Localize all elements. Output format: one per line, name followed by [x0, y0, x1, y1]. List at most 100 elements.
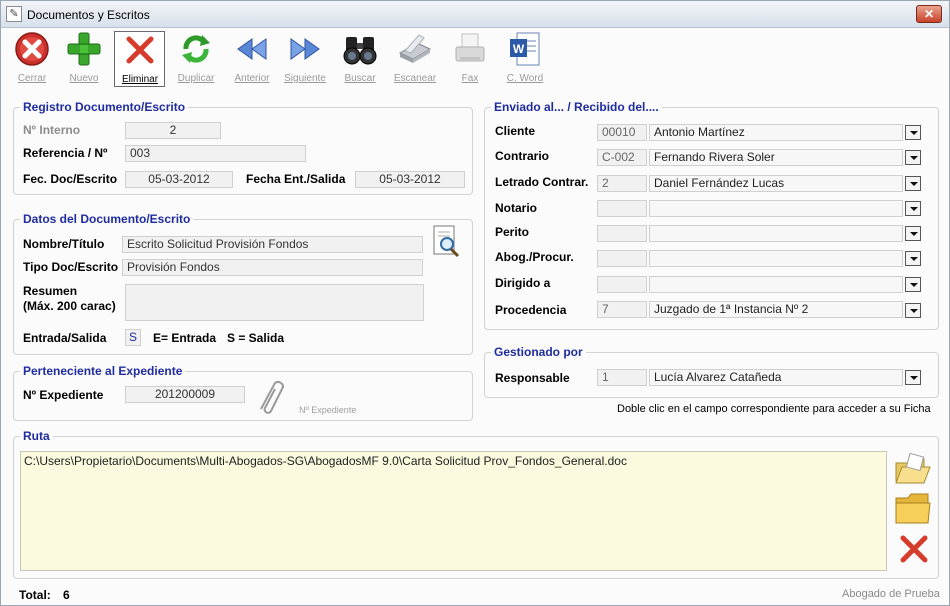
- dirigido-code[interactable]: [597, 276, 647, 293]
- responsable-name[interactable]: Lucía Alvarez Catañeda: [649, 369, 903, 386]
- registro-title: Registro Documento/Escrito: [20, 100, 189, 114]
- duplicar-label: Duplicar: [177, 73, 215, 84]
- delete-path-icon[interactable]: [898, 534, 930, 564]
- notario-dropdown-icon[interactable]: [905, 201, 921, 216]
- fax-label: Fax: [461, 73, 479, 84]
- interno-field[interactable]: 2: [125, 122, 221, 139]
- recycle-arrows-icon: [182, 35, 210, 63]
- word-button[interactable]: W C. Word: [500, 31, 550, 87]
- entrada-salida-label: Entrada/Salida: [23, 331, 107, 345]
- procedencia-code[interactable]: 7: [597, 301, 647, 318]
- salida-hint: S = Salida: [227, 331, 285, 345]
- cliente-name[interactable]: Antonio Martínez: [649, 124, 903, 141]
- resumen-field[interactable]: [125, 284, 424, 321]
- contrario-name[interactable]: Fernando Rivera Soler: [649, 149, 903, 166]
- document-preview-icon[interactable]: [431, 224, 461, 260]
- ficha-hint: Doble clic en el campo correspondiente p…: [617, 403, 931, 415]
- buscar-button[interactable]: Buscar: [335, 31, 385, 87]
- letrado-label: Letrado Contrar.: [495, 175, 589, 189]
- cliente-code[interactable]: 00010: [597, 124, 647, 141]
- double-right-arrow-icon: [290, 38, 320, 60]
- plus-icon: [67, 32, 101, 66]
- anterior-button[interactable]: Anterior: [227, 31, 277, 87]
- expediente-label: Nº Expediente: [23, 388, 104, 402]
- nuevo-button[interactable]: Nuevo: [59, 31, 109, 87]
- procedencia-label: Procedencia: [495, 303, 567, 317]
- abog-label: Abog./Procur.: [495, 250, 574, 264]
- scanner-icon: [398, 34, 432, 63]
- open-folder-icon[interactable]: [894, 453, 932, 487]
- nuevo-label: Nuevo: [69, 73, 99, 84]
- notario-code[interactable]: [597, 200, 647, 217]
- enviado-title: Enviado al... / Recibido del....: [491, 100, 662, 114]
- procedencia-name[interactable]: Juzgado de 1ª Instancia Nº 2: [649, 301, 903, 318]
- contrario-dropdown-icon[interactable]: [905, 150, 921, 165]
- duplicar-button[interactable]: Duplicar: [171, 31, 221, 87]
- dirigido-dropdown-icon[interactable]: [905, 277, 921, 292]
- letrado-code[interactable]: 2: [597, 175, 647, 192]
- referencia-label: Referencia / Nº: [23, 146, 108, 160]
- double-left-arrow-icon: [237, 38, 267, 60]
- perito-code[interactable]: [597, 225, 647, 242]
- cerrar-label: Cerrar: [17, 73, 47, 84]
- dirigido-name[interactable]: [649, 276, 903, 293]
- perito-label: Perito: [495, 225, 530, 239]
- ruta-path-field[interactable]: C:\Users\Propietario\Documents\Multi-Abo…: [20, 451, 887, 571]
- contrario-code[interactable]: C-002: [597, 149, 647, 166]
- word-label: C. Word: [506, 73, 544, 84]
- eliminar-button[interactable]: Eliminar: [114, 31, 165, 87]
- fax-button[interactable]: Fax: [445, 31, 495, 87]
- procedencia-dropdown-icon[interactable]: [905, 303, 921, 318]
- abog-name[interactable]: [649, 250, 903, 267]
- app-icon: ✎: [6, 6, 22, 22]
- red-x-icon: [126, 36, 154, 64]
- expediente-title: Perteneciente al Expediente: [20, 364, 186, 378]
- title-bar: ✎ Documentos y Escritos ✕: [1, 1, 949, 28]
- notario-label: Notario: [495, 201, 537, 215]
- eliminar-label: Eliminar: [121, 74, 159, 85]
- nombre-label: Nombre/Título: [23, 237, 105, 251]
- letrado-dropdown-icon[interactable]: [905, 176, 921, 191]
- nombre-field[interactable]: Escrito Solicitud Provisión Fondos: [122, 236, 423, 253]
- app-name: Abogado de Prueba: [842, 588, 940, 600]
- cliente-dropdown-icon[interactable]: [905, 125, 921, 140]
- toolbar: Cerrar Nuevo Eliminar Duplicar Anterior …: [1, 29, 949, 89]
- fecha-ent-field[interactable]: 05-03-2012: [355, 171, 465, 188]
- entrada-salida-field[interactable]: S: [125, 329, 141, 346]
- abog-code[interactable]: [597, 250, 647, 267]
- dirigido-label: Dirigido a: [495, 276, 551, 290]
- fecha-ent-label: Fecha Ent./Salida: [246, 172, 346, 186]
- expediente-field[interactable]: 201200009: [125, 386, 245, 403]
- paperclip-icon[interactable]: [251, 375, 285, 415]
- cliente-label: Cliente: [495, 124, 536, 138]
- abog-dropdown-icon[interactable]: [905, 251, 921, 266]
- window-close-button[interactable]: ✕: [916, 5, 942, 23]
- responsable-code[interactable]: 1: [597, 369, 647, 386]
- siguiente-button[interactable]: Siguiente: [280, 31, 330, 87]
- word-doc-icon: W: [510, 32, 540, 66]
- close-circle-icon: [15, 32, 49, 66]
- contrario-label: Contrario: [495, 149, 549, 163]
- tipo-field[interactable]: Provisión Fondos: [122, 259, 423, 276]
- escanear-button[interactable]: Escanear: [390, 31, 440, 87]
- resumen-label: Resumen: [23, 284, 78, 298]
- perito-dropdown-icon[interactable]: [905, 226, 921, 241]
- fec-doc-field[interactable]: 05-03-2012: [125, 171, 233, 188]
- letrado-name[interactable]: Daniel Fernández Lucas: [649, 175, 903, 192]
- escanear-label: Escanear: [393, 73, 437, 84]
- referencia-field[interactable]: 003: [125, 145, 306, 162]
- perito-name[interactable]: [649, 225, 903, 242]
- notario-name[interactable]: [649, 200, 903, 217]
- total-label: Total:: [19, 588, 51, 602]
- responsable-dropdown-icon[interactable]: [905, 370, 921, 385]
- fec-doc-label: Fec. Doc/Escrito: [23, 172, 118, 186]
- binoculars-icon: [343, 37, 377, 65]
- interno-label: Nº Interno: [23, 123, 81, 137]
- siguiente-label: Siguiente: [284, 73, 326, 84]
- total-value: 6: [63, 588, 70, 602]
- cerrar-button[interactable]: Cerrar: [7, 31, 57, 87]
- entrada-hint: E= Entrada: [153, 331, 217, 345]
- gestionado-title: Gestionado por: [491, 345, 586, 359]
- window-title: Documentos y Escritos: [27, 8, 150, 22]
- folder-icon[interactable]: [894, 492, 932, 526]
